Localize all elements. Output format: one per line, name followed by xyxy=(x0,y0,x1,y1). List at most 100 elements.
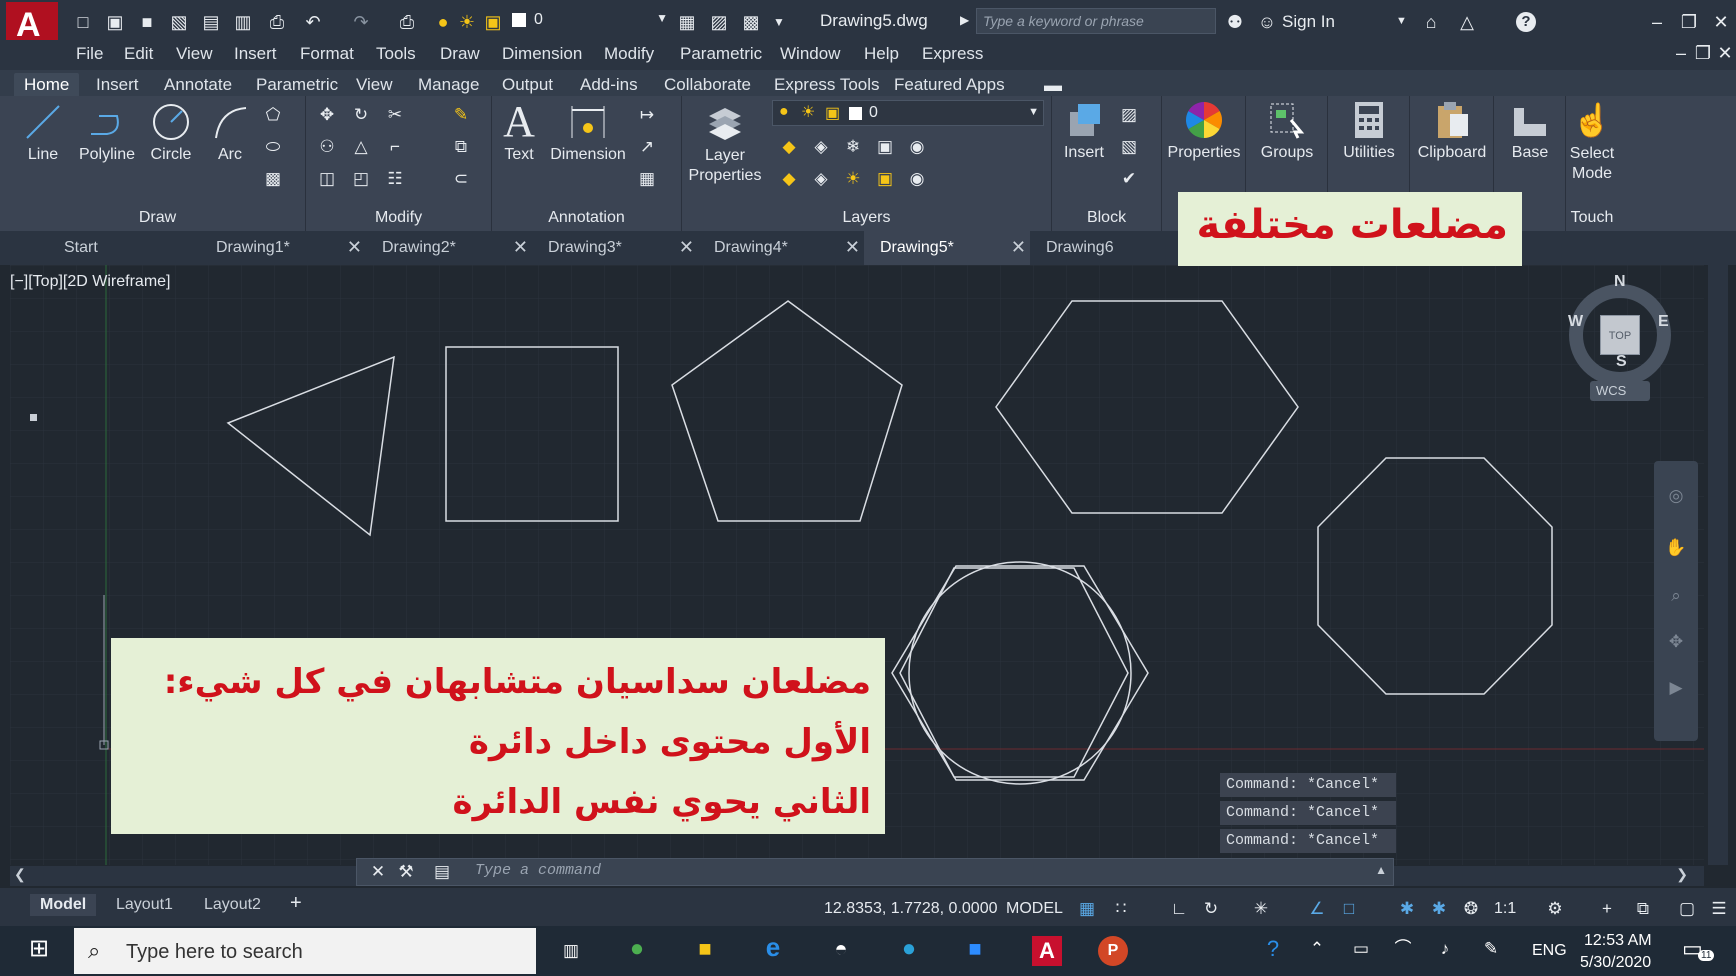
sun-icon[interactable]: ☀ xyxy=(456,11,478,33)
restore-icon[interactable]: ❐ xyxy=(1678,11,1700,33)
orbit-icon[interactable]: ✥ xyxy=(1665,631,1687,653)
tab-drawing6[interactable]: Drawing6✕ xyxy=(1030,231,1196,265)
annotation-scale-value[interactable]: 1:1 xyxy=(1494,900,1516,918)
coordinates-readout[interactable]: 12.8353, 1.7728, 0.0000 xyxy=(824,900,998,918)
object-snap-tracking-icon[interactable]: ∠ xyxy=(1306,898,1328,920)
draw-panel-label[interactable]: Draw xyxy=(10,209,305,227)
menu-tools[interactable]: Tools xyxy=(376,44,416,64)
autocad-taskbar-icon[interactable]: A xyxy=(1032,936,1062,966)
make-current-icon[interactable]: ◉ xyxy=(906,136,928,158)
viewcube-top-face[interactable]: TOP xyxy=(1600,315,1640,355)
scale-icon[interactable]: ◰ xyxy=(350,168,372,190)
app-icon[interactable]: ◓ xyxy=(830,938,852,960)
file-explorer-icon[interactable]: ■ xyxy=(694,938,716,960)
cart-icon[interactable]: ⌂ xyxy=(1420,11,1442,33)
explode-icon[interactable]: ⧉ xyxy=(450,136,472,158)
save-icon[interactable]: ■ xyxy=(136,11,158,33)
polar-icon[interactable]: ↻ xyxy=(1200,898,1222,920)
viewcube[interactable]: N S W E TOP WCS xyxy=(1560,273,1680,403)
groups-button[interactable]: Groups xyxy=(1248,100,1326,162)
close-tab-icon[interactable]: ✕ xyxy=(347,237,362,258)
autodesk-a360-icon[interactable]: △ xyxy=(1456,11,1478,33)
block-panel-label[interactable]: Block xyxy=(1052,209,1161,227)
menu-parametric[interactable]: Parametric xyxy=(680,44,762,64)
layer-freeze-icon[interactable]: ❄ xyxy=(842,136,864,158)
menu-modify[interactable]: Modify xyxy=(604,44,654,64)
chrome-icon[interactable]: ● xyxy=(626,937,648,961)
battery-icon[interactable]: ▭ xyxy=(1350,938,1372,960)
match-properties-icon[interactable]: ▦ xyxy=(676,11,698,33)
new-file-icon[interactable]: □ xyxy=(72,11,94,33)
autocad-logo[interactable]: A xyxy=(6,2,58,44)
leader-icon[interactable]: ↗ xyxy=(636,136,658,158)
customize-wrench-icon[interactable]: ⚒ xyxy=(395,861,417,883)
windows-start-icon[interactable]: ⊞ xyxy=(28,937,50,961)
save-as-icon[interactable]: ▧ xyxy=(168,11,190,33)
dimension-button[interactable]: Dimension xyxy=(546,102,630,164)
move-icon[interactable]: ✥ xyxy=(316,104,338,126)
layout-tab-model[interactable]: Model xyxy=(30,894,97,916)
menu-file[interactable]: File xyxy=(76,44,103,64)
clock-date[interactable]: 5/30/2020 xyxy=(1580,954,1651,972)
tab-drawing5[interactable]: Drawing5* ✕ xyxy=(864,231,1030,265)
scroll-right-icon[interactable]: ❯ xyxy=(1676,866,1688,883)
minimize-icon[interactable]: – xyxy=(1646,11,1668,33)
layer-on-icon[interactable]: ◆ xyxy=(778,168,800,190)
language-indicator[interactable]: ENG xyxy=(1532,942,1567,960)
polyline-button[interactable]: Polyline xyxy=(72,102,142,164)
clock-time[interactable]: 12:53 AM xyxy=(1584,932,1652,950)
menu-window[interactable]: Window xyxy=(780,44,840,64)
publish-icon[interactable]: ▤ xyxy=(200,11,222,33)
undo-icon[interactable]: ↶ xyxy=(302,11,324,33)
select-mode-button[interactable]: ☝ Select Mode xyxy=(1566,100,1618,184)
compass-e[interactable]: E xyxy=(1658,313,1669,331)
layer-properties-button[interactable]: Layer Properties xyxy=(682,102,768,186)
create-block-icon[interactable]: ▨ xyxy=(1118,104,1140,126)
lightbulb-icon[interactable]: ● xyxy=(432,11,454,33)
zoom-extents-icon[interactable]: ⌕ xyxy=(1665,585,1687,607)
layer-combo[interactable]: ● ☀ ▣ 0 ▼ xyxy=(772,100,1044,126)
task-view-icon[interactable]: ▥ xyxy=(560,940,582,962)
arc-button[interactable]: Arc xyxy=(202,102,258,164)
table-icon[interactable]: ▦ xyxy=(636,168,658,190)
layer-thaw-icon[interactable]: ☀ xyxy=(842,168,864,190)
steering-wheel-icon[interactable]: ◎ xyxy=(1665,485,1687,507)
chevron-down-icon[interactable]: ▼ xyxy=(1396,15,1407,27)
tray-expand-icon[interactable]: ⌃ xyxy=(1306,938,1328,960)
close-command-icon[interactable]: ✕ xyxy=(367,861,389,883)
viewport-label[interactable]: [−][Top][2D Wireframe] xyxy=(10,273,171,291)
annotation-panel-label[interactable]: Annotation xyxy=(492,209,681,227)
properties-button[interactable]: Properties xyxy=(1164,100,1244,162)
print-icon[interactable]: ⎙ xyxy=(266,11,288,33)
close-tab-icon[interactable]: ✕ xyxy=(1011,237,1026,258)
scroll-left-icon[interactable]: ❮ xyxy=(14,866,26,883)
ellipse-icon[interactable]: ⬭ xyxy=(262,136,284,158)
workspace-icon[interactable]: ▩ xyxy=(740,11,762,33)
command-input[interactable]: Type a command xyxy=(475,862,1355,882)
isolate-objects-icon[interactable]: ⧉ xyxy=(1632,898,1654,920)
showmotion-icon[interactable]: ▶ xyxy=(1665,677,1687,699)
trim-icon[interactable]: ✂ xyxy=(384,104,406,126)
workspace-gear-icon[interactable]: ⚙ xyxy=(1544,898,1566,920)
copy-icon[interactable]: ⚇ xyxy=(316,136,338,158)
annotation-visibility-icon[interactable]: ✱ xyxy=(1396,898,1418,920)
modify-panel-label[interactable]: Modify xyxy=(306,209,491,227)
menu-express[interactable]: Express xyxy=(922,44,983,64)
search-input[interactable]: Type a keyword or phrase xyxy=(976,8,1216,34)
isodraft-icon[interactable]: ✳ xyxy=(1250,898,1272,920)
close-icon[interactable]: ✕ xyxy=(1710,11,1732,33)
fillet-icon[interactable]: ⌐ xyxy=(384,136,406,158)
customize-qat-icon[interactable]: ▼ xyxy=(768,11,790,33)
sign-in-link[interactable]: Sign In xyxy=(1282,12,1335,32)
add-layout-icon[interactable]: + xyxy=(290,892,302,915)
telegram-icon[interactable]: ● xyxy=(898,937,920,961)
linear-dim-icon[interactable]: ↦ xyxy=(636,104,658,126)
tab-drawing1[interactable]: Drawing1* ✕ xyxy=(200,231,366,265)
recent-commands-icon[interactable]: ▤ xyxy=(431,861,453,883)
menu-format[interactable]: Format xyxy=(300,44,354,64)
ribbon-minimize-icon[interactable]: ▬ xyxy=(1042,74,1064,96)
help-tray-icon[interactable]: ? xyxy=(1262,938,1284,960)
pen-icon[interactable]: ✎ xyxy=(1480,938,1502,960)
close-tab-icon[interactable]: ✕ xyxy=(679,237,694,258)
auto-scale-icon[interactable]: ✱ xyxy=(1428,898,1450,920)
